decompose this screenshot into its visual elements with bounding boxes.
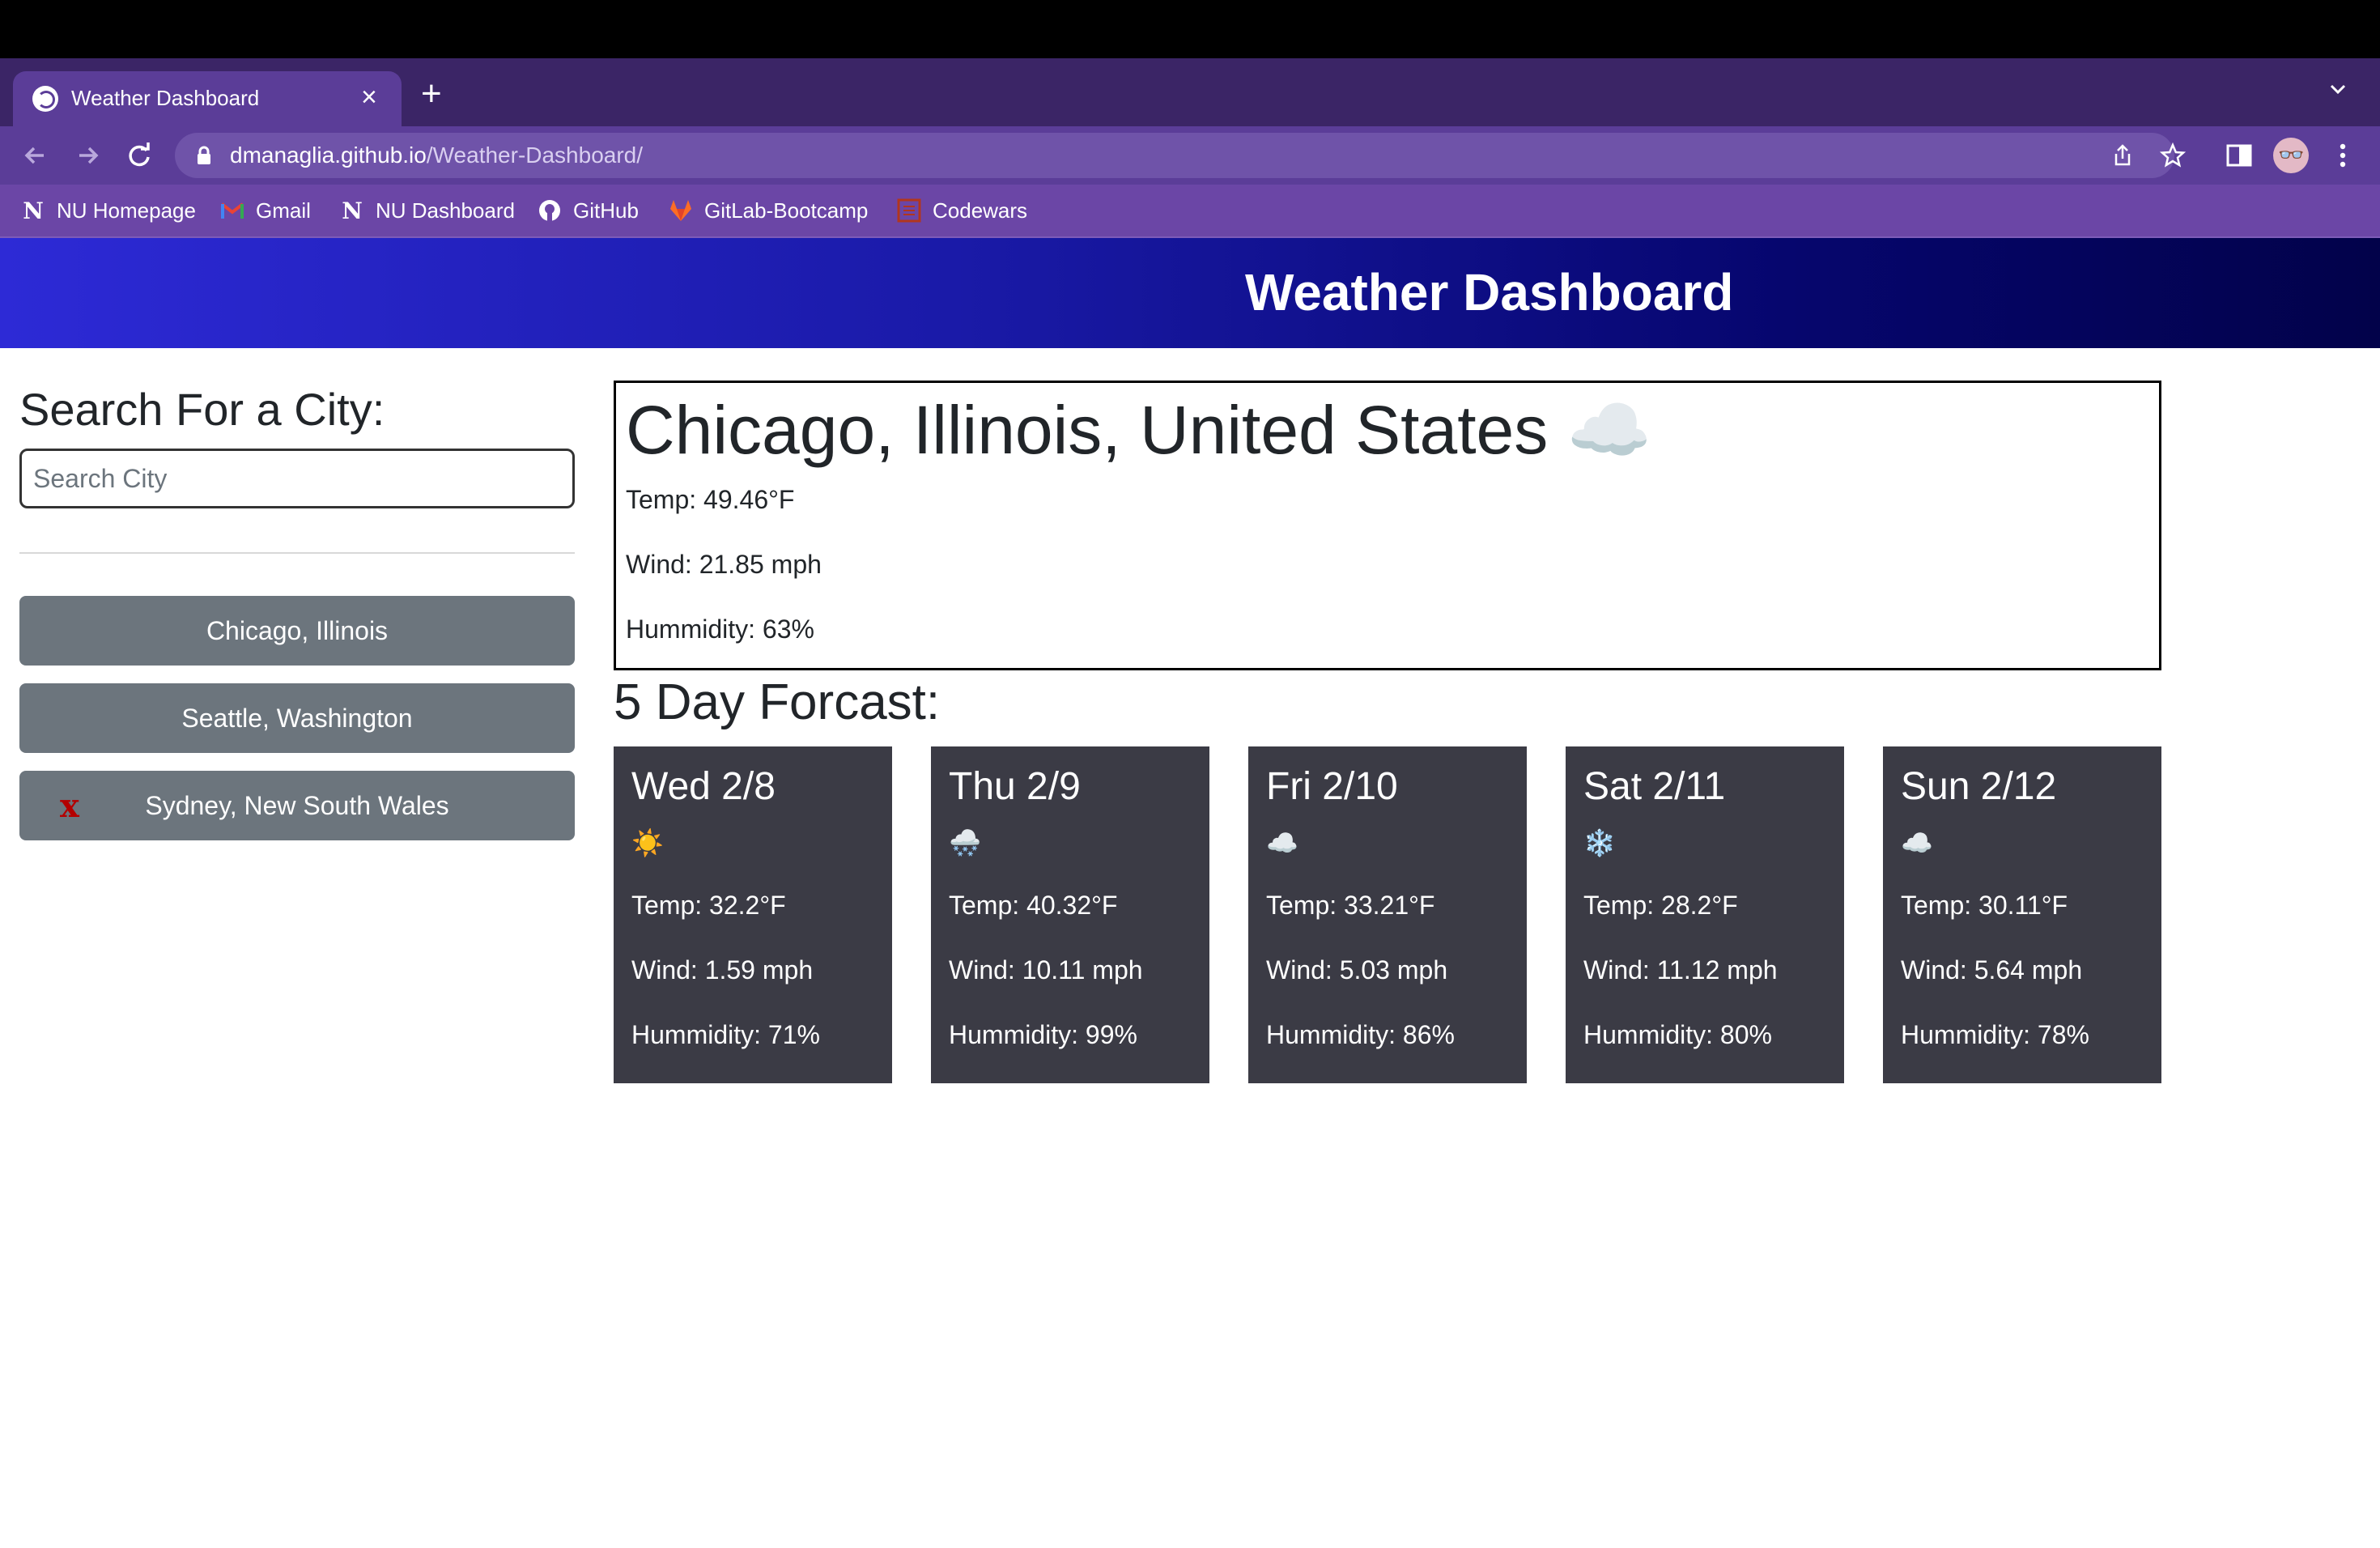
forecast-temp: Temp: 40.32°F [949, 891, 1118, 920]
history-button-label: Seattle, Washington [181, 703, 413, 733]
forecast-temp: Temp: 32.2°F [631, 891, 786, 920]
nu-logo-icon: N [342, 197, 363, 224]
close-tab-icon[interactable]: × [361, 81, 377, 113]
bookmark-label: Gmail [256, 198, 311, 223]
forecast-card: Fri 2/10 ☁️ Temp: 33.21°F Wind: 5.03 mph… [1248, 746, 1527, 1083]
forecast-temp: Temp: 33.21°F [1266, 891, 1435, 920]
forecast-date: Sat 2/11 [1583, 765, 1726, 808]
bookmark-github[interactable]: GitHub [538, 196, 639, 225]
cloud-icon: ☁️ [1566, 392, 1652, 468]
current-weather-card: Chicago, Illinois, United States ☁️ Temp… [614, 381, 2161, 670]
url-path: /Weather-Dashboard/ [426, 142, 644, 168]
browser-toolbar: dmanaglia.github.io/Weather-Dashboard/ [0, 126, 2380, 185]
forecast-date: Sun 2/12 [1901, 765, 2057, 808]
bookmark-label: Codewars [933, 198, 1028, 223]
sidebar-divider [19, 552, 575, 554]
cloud-icon: ☁️ [1266, 828, 1298, 857]
star-icon[interactable] [2159, 142, 2187, 168]
browser-tab[interactable]: Weather Dashboard × [13, 71, 402, 126]
forecast-card: Sun 2/12 ☁️ Temp: 30.11°F Wind: 5.64 mph… [1883, 746, 2161, 1083]
more-menu-icon[interactable] [2327, 139, 2359, 172]
bookmark-codewars[interactable]: Codewars [897, 196, 1027, 225]
bookmark-label: NU Dashboard [376, 198, 515, 223]
history-button-label: Chicago, Illinois [206, 615, 389, 645]
search-heading: Search For a City: [19, 384, 385, 435]
forecast-temp: Temp: 30.11°F [1901, 891, 2068, 920]
gmail-icon [220, 198, 244, 223]
chevron-down-icon[interactable] [2328, 79, 2348, 99]
forecast-date: Wed 2/8 [631, 765, 776, 808]
bookmark-label: NU Homepage [57, 198, 196, 223]
nu-logo-icon: N [23, 197, 44, 224]
forecast-wind: Wind: 5.03 mph [1266, 955, 1448, 985]
search-sidebar: Search For a City: Chicago, Illinois Sea… [19, 381, 575, 840]
forecast-humidity: Hummidity: 86% [1266, 1020, 1455, 1049]
forecast-humidity: Hummidity: 71% [631, 1020, 820, 1049]
codewars-icon [897, 198, 921, 223]
forecast-date: Thu 2/9 [949, 765, 1081, 808]
new-tab-button[interactable]: + [421, 76, 442, 112]
forecast-wind: Wind: 1.59 mph [631, 955, 814, 985]
bookmarks-bar: N NU Homepage Gmail N NU Dashboard GitHu… [0, 185, 2380, 238]
forecast-humidity: Hummidity: 78% [1901, 1020, 2089, 1049]
forecast-date: Fri 2/10 [1266, 765, 1398, 808]
reload-icon[interactable] [123, 139, 155, 172]
history-button-seattle[interactable]: Seattle, Washington [19, 683, 575, 753]
share-icon[interactable] [2110, 142, 2136, 168]
forecast-humidity: Hummidity: 80% [1583, 1020, 1772, 1049]
bookmark-label: GitLab-Bootcamp [704, 198, 869, 223]
current-humidity: Hummidity: 63% [626, 615, 814, 644]
forecast-card: Sat 2/11 ❄️ Temp: 28.2°F Wind: 11.12 mph… [1566, 746, 1844, 1083]
bookmark-nu-dashboard[interactable]: N NU Dashboard [340, 196, 515, 225]
forecast-card: Thu 2/9 🌨️ Temp: 40.32°F Wind: 10.11 mph… [931, 746, 1209, 1083]
address-bar[interactable]: dmanaglia.github.io/Weather-Dashboard/ [175, 133, 2187, 178]
search-city-input[interactable] [19, 449, 575, 508]
current-wind: Wind: 21.85 mph [626, 550, 822, 579]
snow-cloud-icon: 🌨️ [949, 828, 981, 857]
url-host: dmanaglia.github.io [230, 142, 427, 168]
forward-arrow-icon[interactable] [71, 139, 104, 172]
forecast-humidity: Hummidity: 99% [949, 1020, 1137, 1049]
forecast-heading: 5 Day Forcast: [614, 674, 941, 730]
app-header: Weather Dashboard [0, 238, 2380, 348]
history-button-chicago[interactable]: Chicago, Illinois [19, 596, 575, 666]
profile-avatar[interactable] [2273, 138, 2309, 173]
back-arrow-icon[interactable] [19, 139, 52, 172]
tab-title: Weather Dashboard [71, 86, 260, 110]
forecast-wind: Wind: 5.64 mph [1901, 955, 2083, 985]
cloud-icon: ☁️ [1901, 828, 1933, 857]
forecast-temp: Temp: 28.2°F [1583, 891, 1738, 920]
remove-mark-icon: x [60, 787, 79, 825]
current-city-name: Chicago, Illinois, United States [626, 392, 1549, 468]
side-panel-icon[interactable] [2223, 139, 2255, 172]
history-button-label: Sydney, New South Wales [145, 790, 449, 820]
sun-icon: ☀️ [631, 828, 664, 857]
url-text: dmanaglia.github.io/Weather-Dashboard/ [230, 142, 643, 168]
github-icon [538, 198, 562, 223]
globe-icon [32, 86, 58, 112]
bookmark-label: GitHub [573, 198, 639, 223]
current-city-title: Chicago, Illinois, United States ☁️ [626, 389, 1651, 470]
forecast-card: Wed 2/8 ☀️ Temp: 32.2°F Wind: 1.59 mph H… [614, 746, 892, 1083]
history-button-sydney[interactable]: x Sydney, New South Wales [19, 771, 575, 840]
browser-tab-strip: Weather Dashboard × + [0, 58, 2380, 126]
page-title: Weather Dashboard [1245, 263, 1734, 321]
screen-top-bar [0, 0, 2380, 58]
bookmark-gmail[interactable]: Gmail [220, 196, 311, 225]
current-temp: Temp: 49.46°F [626, 485, 795, 514]
bookmark-gitlab-bootcamp[interactable]: GitLab-Bootcamp [669, 196, 868, 225]
lock-icon[interactable] [196, 146, 212, 165]
gitlab-icon [669, 198, 693, 223]
forecast-wind: Wind: 11.12 mph [1583, 955, 1778, 985]
bookmark-nu-homepage[interactable]: N NU Homepage [21, 196, 196, 225]
forecast-wind: Wind: 10.11 mph [949, 955, 1143, 985]
snowflake-icon: ❄️ [1583, 828, 1616, 857]
